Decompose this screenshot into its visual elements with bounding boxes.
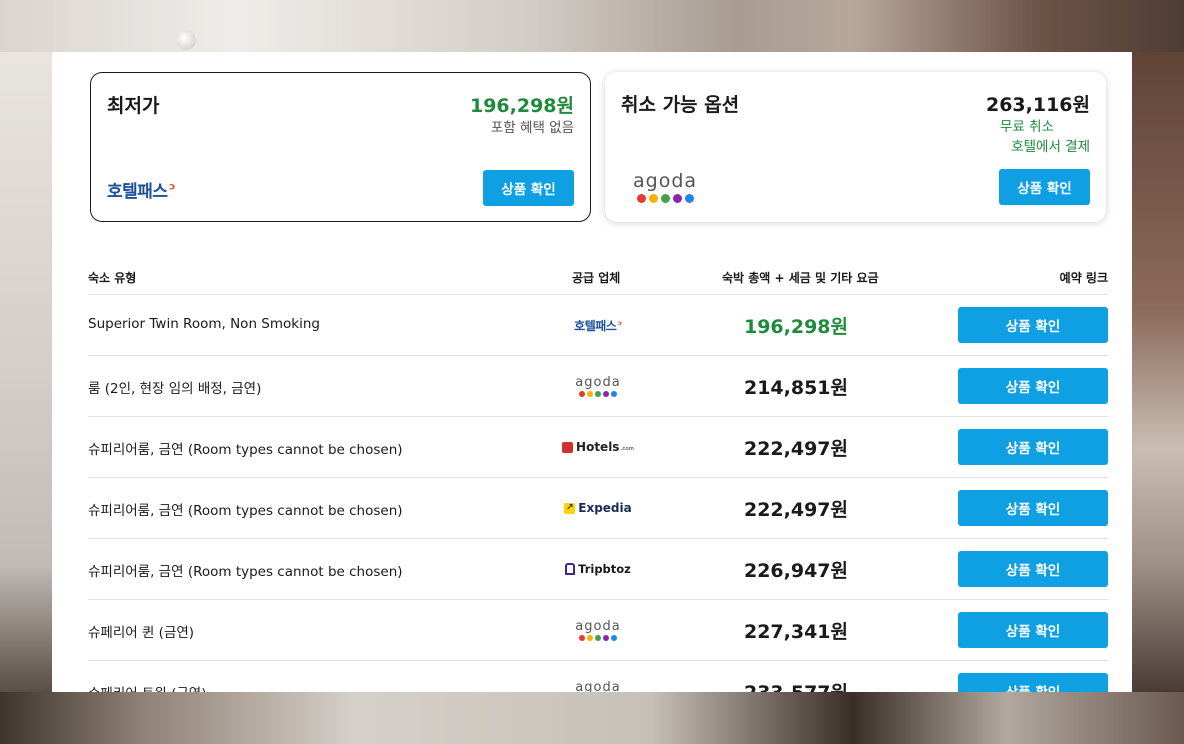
room-price: 227,341원	[743, 621, 848, 643]
background-right	[1132, 52, 1184, 692]
expedia-logo-text: Expedia	[578, 501, 632, 515]
agoda-logo-text: agoda	[575, 375, 621, 390]
room-name: 슈피리어룸, 금연 (Room types cannot be chosen)	[88, 442, 403, 458]
supplier-logo-agoda: agoda	[548, 661, 648, 692]
room-price: 196,298원	[743, 316, 848, 338]
agoda-dots-icon	[636, 194, 694, 203]
supplier-logo-hotels: Hotels .com	[548, 417, 648, 477]
room-name: 슈피리어룸, 금연 (Room types cannot be chosen)	[88, 564, 403, 580]
background-left	[0, 52, 52, 692]
view-offer-button[interactable]: 상품 확인	[958, 673, 1108, 692]
header-room-type: 숙소 유형	[88, 271, 137, 285]
table-row: 룸 (2인, 현장 임의 배정, 금연) agoda 214,851원 상품 확…	[88, 356, 1108, 417]
tripbtoz-icon	[565, 563, 576, 575]
header-link: 예약 링크	[1059, 271, 1108, 285]
supplier-logo-hotelpass: 호텔패스 ᵓ	[107, 177, 176, 203]
tripbtoz-logo-text: Tripbtoz	[578, 562, 631, 576]
table-row: 슈피리어룸, 금연 (Room types cannot be chosen) …	[88, 478, 1108, 539]
view-offer-button[interactable]: 상품 확인	[958, 551, 1108, 587]
table-header: 숙소 유형 공급 업체 숙박 총액 + 세금 및 기타 요금 예약 링크	[88, 262, 1108, 295]
hotelpass-logo-text: 호텔패스	[107, 182, 168, 202]
hotelpass-logo-text: 호텔패스	[574, 318, 617, 333]
room-name: 슈피리어룸, 금연 (Room types cannot be chosen)	[88, 503, 403, 519]
price-comparison-panel: 최저가 196,298원 포함 혜택 없음 호텔패스 ᵓ 상품 확인 취소 가능 …	[52, 52, 1132, 692]
rates-table: 숙소 유형 공급 업체 숙박 총액 + 세금 및 기타 요금 예약 링크 Sup…	[88, 262, 1108, 692]
table-row: 슈페리어 트윈 (금연) agoda 233,577원 상품 확인	[88, 661, 1108, 692]
hotelpass-swirl-icon: ᵓ	[617, 318, 622, 332]
agoda-logo-text: agoda	[575, 680, 621, 692]
header-supplier: 공급 업체	[572, 271, 621, 285]
supplier-logo-hotelpass: 호텔패스 ᵓ	[548, 295, 648, 355]
card-title: 최저가	[107, 95, 160, 117]
free-cancellation-note: 무료 취소	[1000, 119, 1054, 135]
agoda-dots-icon	[578, 391, 617, 397]
view-offer-button[interactable]: 상품 확인	[958, 612, 1108, 648]
agoda-logo-text: agoda	[575, 619, 621, 634]
expedia-arrow-icon: ↗	[564, 502, 576, 514]
room-name: 룸 (2인, 현장 임의 배정, 금연)	[88, 381, 262, 397]
room-price: 214,851원	[743, 377, 848, 399]
card-note: 포함 혜택 없음	[490, 120, 574, 136]
room-name: Superior Twin Room, Non Smoking	[88, 316, 320, 332]
card-price: 263,116원	[985, 94, 1090, 116]
table-row: 슈피리어룸, 금연 (Room types cannot be chosen) …	[88, 539, 1108, 600]
supplier-logo-tripbtoz: Tripbtoz	[548, 539, 648, 599]
table-row: 슈피리어룸, 금연 (Room types cannot be chosen) …	[88, 417, 1108, 478]
room-price: 226,947원	[743, 560, 848, 582]
card-price: 196,298원	[469, 95, 574, 117]
view-offer-button[interactable]: 상품 확인	[958, 368, 1108, 404]
room-price: 222,497원	[743, 499, 848, 521]
view-offer-button[interactable]: 상품 확인	[958, 429, 1108, 465]
supplier-logo-expedia: ↗ Expedia	[548, 478, 648, 538]
room-price: 222,497원	[743, 438, 848, 460]
supplier-logo-agoda: agoda	[548, 600, 648, 660]
room-price: 233,577원	[744, 678, 848, 692]
hotels-logo-suffix: .com	[620, 446, 634, 452]
supplier-logo-agoda: agoda	[548, 356, 648, 416]
hotels-logo-text: Hotels	[576, 440, 620, 454]
cancellable-option-card: 취소 가능 옵션 263,116원 무료 취소 호텔에서 결제 agoda 상품…	[605, 72, 1106, 222]
header-total: 숙박 총액 + 세금 및 기타 요금	[722, 271, 879, 285]
lowest-price-card: 최저가 196,298원 포함 혜택 없음 호텔패스 ᵓ 상품 확인	[90, 72, 591, 222]
agoda-dots-icon	[578, 635, 617, 641]
view-offer-button[interactable]: 상품 확인	[958, 307, 1108, 343]
cancellable-view-button[interactable]: 상품 확인	[999, 169, 1090, 205]
supplier-logo-agoda: agoda	[633, 170, 697, 203]
hotels-bed-icon	[562, 441, 574, 453]
room-name: 슈페리어 트윈 (금연)	[88, 682, 206, 692]
background-bottom	[0, 692, 1184, 744]
agoda-logo-text: agoda	[633, 170, 698, 192]
view-offer-button[interactable]: 상품 확인	[958, 490, 1108, 526]
table-row: 슈페리어 퀸 (금연) agoda 227,341원 상품 확인	[88, 600, 1108, 661]
table-row: Superior Twin Room, Non Smoking 호텔패스 ᵓ 19…	[88, 295, 1108, 356]
room-name: 슈페리어 퀸 (금연)	[88, 625, 195, 641]
background-door-knob	[176, 30, 196, 50]
card-title: 취소 가능 옵션	[621, 94, 740, 116]
hotelpass-swirl-icon: ᵓ	[168, 179, 176, 200]
pay-at-hotel-note: 호텔에서 결제	[1011, 139, 1090, 155]
lowest-view-button[interactable]: 상품 확인	[483, 170, 574, 206]
